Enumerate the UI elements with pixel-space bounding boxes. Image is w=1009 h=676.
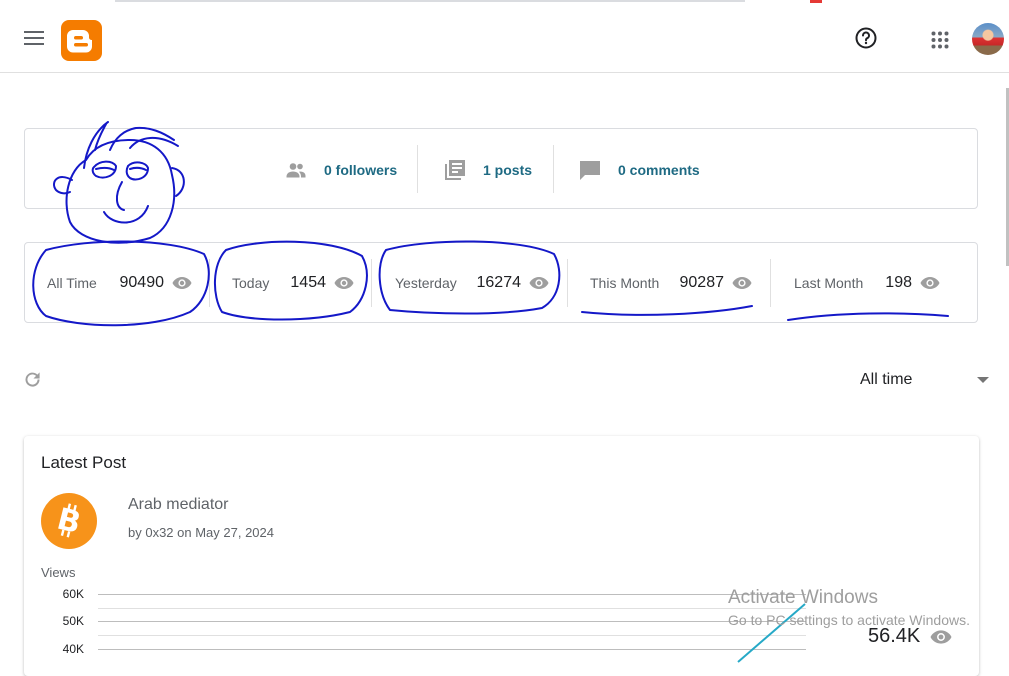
- latest-post-heading: Latest Post: [41, 453, 127, 472]
- user-avatar[interactable]: [972, 23, 1004, 55]
- grid-line: [98, 649, 806, 650]
- views-label: All Time: [47, 275, 97, 291]
- eye-icon: [172, 277, 192, 289]
- divider: [553, 145, 554, 193]
- total-views-value: 56.4K: [868, 625, 921, 647]
- refresh-icon[interactable]: [22, 369, 43, 390]
- eye-icon: [920, 277, 940, 289]
- views-value: 198: [885, 274, 912, 291]
- divider: [770, 259, 771, 307]
- help-circle-icon[interactable]: [855, 27, 877, 49]
- browser-top-strip-marker: [810, 0, 822, 3]
- post-title-link[interactable]: Arab mediator: [128, 496, 229, 514]
- top-app-bar: [0, 0, 1009, 73]
- comments-stat[interactable]: 0 comments: [578, 157, 700, 183]
- bitcoin-icon: B: [41, 493, 97, 549]
- total-views: 56.4K: [868, 625, 952, 648]
- dropdown-arrow-icon: [977, 377, 989, 383]
- divider: [417, 145, 418, 193]
- posts-stat[interactable]: 1 posts: [443, 157, 532, 183]
- views-label: Last Month: [794, 275, 864, 291]
- y-tick-label: 60K: [62, 587, 84, 601]
- y-tick-label: 40K: [62, 642, 84, 656]
- date-range-select[interactable]: All time: [860, 366, 992, 394]
- views-last-month[interactable]: Last Month 198: [794, 271, 940, 295]
- eye-icon: [930, 629, 952, 644]
- views-label: Yesterday: [395, 275, 457, 291]
- views-yesterday[interactable]: Yesterday 16274: [395, 271, 549, 295]
- eye-icon: [529, 277, 549, 289]
- grid-line: [98, 635, 806, 636]
- views-label: Today: [232, 275, 270, 291]
- pageviews-card: All Time 90490 Today 1454 Yesterday 1627…: [24, 242, 978, 323]
- post-meta: by 0x32 on May 27, 2024: [128, 525, 274, 540]
- posts-count: 1 posts: [483, 162, 533, 178]
- views-value: 16274: [476, 274, 522, 291]
- grid-line: [98, 621, 806, 622]
- comment-icon: [580, 161, 600, 180]
- latest-post-card: Latest Post B Arab mediator by 0x32 on M…: [24, 436, 979, 676]
- apps-grid-icon[interactable]: [931, 31, 949, 49]
- eye-icon: [334, 277, 354, 289]
- followers-stat[interactable]: 0 followers: [284, 157, 397, 183]
- people-icon: [286, 163, 306, 178]
- menu-icon[interactable]: [24, 31, 44, 45]
- views-value: 1454: [290, 274, 326, 291]
- views-this-month[interactable]: This Month 90287: [590, 271, 752, 295]
- blogger-logo-icon[interactable]: [61, 20, 102, 61]
- comments-count: 0 comments: [618, 162, 700, 178]
- followers-count: 0 followers: [324, 162, 398, 178]
- views-all-time[interactable]: All Time 90490: [47, 271, 192, 295]
- posts-library-icon: [445, 160, 465, 180]
- date-range-value: All time: [860, 371, 913, 388]
- eye-icon: [732, 277, 752, 289]
- views-today[interactable]: Today 1454: [232, 271, 354, 295]
- chart-y-axis-label: Views: [41, 565, 76, 580]
- divider: [371, 259, 372, 307]
- views-value: 90287: [679, 274, 725, 291]
- divider: [209, 259, 210, 307]
- browser-top-strip: [115, 0, 745, 2]
- blog-summary-card: 0 followers 1 posts 0 comments: [24, 128, 978, 209]
- divider: [567, 259, 568, 307]
- views-label: This Month: [590, 275, 660, 291]
- views-trend-line: [737, 603, 806, 663]
- grid-line: [98, 608, 806, 609]
- y-tick-label: 50K: [62, 614, 84, 628]
- grid-line: [98, 594, 806, 595]
- views-value: 90490: [119, 274, 165, 291]
